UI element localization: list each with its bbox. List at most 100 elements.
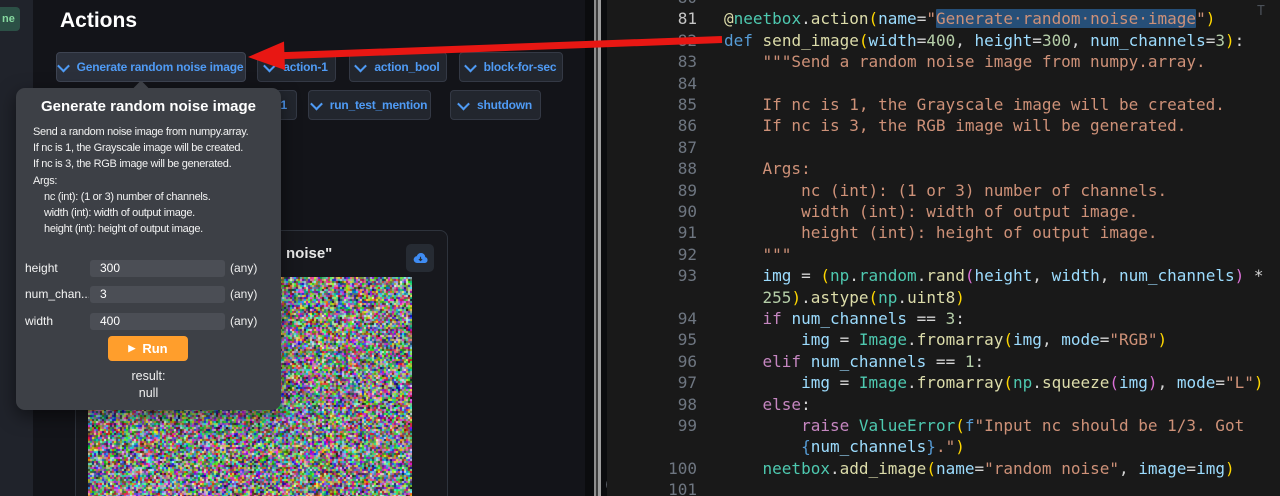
code-line: 93 img = (np.random.rand(height, width, …	[607, 265, 1280, 286]
code-line: 91 height (int): height of output image.	[607, 222, 1280, 243]
chevron-down-icon	[263, 59, 276, 72]
code-line: 83 """Send a random noise image from num…	[607, 51, 1280, 72]
field-label: width	[25, 314, 89, 328]
code-line: 92 """	[607, 244, 1280, 265]
line-number: 87	[607, 137, 697, 158]
code-text: img = (np.random.rand(height, width, num…	[724, 265, 1264, 286]
description-line: nc (int): (1 or 3) number of channels.	[16, 189, 281, 205]
description-line: Send a random noise image from numpy.arr…	[16, 124, 281, 140]
result-label: result:	[16, 369, 281, 383]
code-text: @neetbox.action(name="Generate·random·no…	[724, 8, 1215, 29]
field-row-width: width (any)	[16, 312, 281, 330]
field-label: num_chan...	[25, 287, 89, 301]
download-image-button[interactable]	[406, 244, 434, 272]
actions-panel-title: Actions	[60, 9, 137, 33]
code-line: 80	[607, 0, 1280, 8]
code-text: else:	[724, 394, 811, 415]
chevron-down-icon	[457, 97, 470, 110]
action-button-label: action_bool	[374, 60, 439, 74]
code-text: width (int): width of output image.	[724, 201, 1138, 222]
code-text: elif num_channels == 1:	[724, 351, 984, 372]
code-line: 98 else:	[607, 394, 1280, 415]
overview-ruler-mark: T	[1257, 4, 1265, 19]
line-number: 97	[607, 372, 697, 393]
project-badge[interactable]: ne	[0, 7, 20, 31]
width-field[interactable]	[90, 313, 225, 330]
action-button-label: shutdown	[477, 98, 532, 112]
num-channels-field[interactable]	[90, 286, 225, 303]
line-number: 91	[607, 222, 697, 243]
line-number: 101	[607, 479, 697, 496]
code-line: 99 raise ValueError(f"Input nc should be…	[607, 415, 1280, 436]
code-line: 84	[607, 73, 1280, 94]
code-text: def send_image(width=400, height=300, nu…	[724, 30, 1244, 51]
line-number: 82	[607, 30, 697, 51]
description-line: width (int): width of output image.	[16, 205, 281, 221]
image-card-title: noise"	[286, 245, 332, 262]
action-tooltip: Generate random noise image Send a rando…	[16, 88, 281, 410]
code-editor[interactable]: 8081 @neetbox.action(name="Generate·rando…	[607, 0, 1280, 496]
action-button-block-for-sec[interactable]: block-for-sec	[459, 52, 563, 82]
code-line: 100 neetbox.add_image(name="random noise…	[607, 458, 1280, 479]
run-button[interactable]: ▶ Run	[108, 336, 188, 361]
line-number: 80	[607, 0, 697, 8]
description-line: Args:	[16, 173, 281, 189]
code-text: nc (int): (1 or 3) number of channels.	[724, 180, 1167, 201]
code-line: 255).astype(np.uint8)	[607, 287, 1280, 308]
code-line: 81 @neetbox.action(name="Generate·random·…	[607, 8, 1280, 29]
action-button-run-test-mention[interactable]: run_test_mention	[308, 90, 431, 120]
code-text: raise ValueError(f"Input nc should be 1/…	[724, 415, 1244, 436]
code-line: 94 if num_channels == 3:	[607, 308, 1280, 329]
code-text: """	[724, 244, 791, 265]
field-type-hint: (any)	[230, 314, 257, 328]
line-number: 98	[607, 394, 697, 415]
chevron-down-icon	[57, 59, 70, 72]
action-button-label: block-for-sec	[484, 60, 557, 74]
line-number: 100	[607, 458, 697, 479]
play-icon: ▶	[128, 343, 135, 354]
code-line: 97 img = Image.fromarray(np.squeeze(img)…	[607, 372, 1280, 393]
line-number: 88	[607, 158, 697, 179]
code-line: 82 def send_image(width=400, height=300, …	[607, 30, 1280, 51]
line-number: 96	[607, 351, 697, 372]
result-value: null	[16, 386, 281, 400]
action-button-shutdown[interactable]: shutdown	[450, 90, 541, 120]
code-text: {num_channels}.")	[724, 436, 965, 457]
action-button-label: action-1	[283, 60, 327, 74]
code-line: 86 If nc is 3, the RGB image will be gen…	[607, 115, 1280, 136]
run-button-label: Run	[142, 341, 167, 356]
code-text: 255).astype(np.uint8)	[724, 287, 965, 308]
action-button-label: 1	[281, 98, 287, 112]
code-line: 101	[607, 479, 1280, 496]
line-number: 81	[607, 8, 697, 29]
line-number: 95	[607, 329, 697, 350]
code-text: height (int): height of output image.	[724, 222, 1157, 243]
chevron-down-icon	[310, 97, 323, 110]
height-field[interactable]	[90, 260, 225, 277]
chevron-down-icon	[355, 59, 368, 72]
tooltip-title: Generate random noise image	[16, 98, 281, 115]
line-number: 94	[607, 308, 697, 329]
action-button-action-1[interactable]: action-1	[257, 52, 336, 82]
code-text: img = Image.fromarray(np.squeeze(img), m…	[724, 372, 1264, 393]
action-button-generate-random-noise-image[interactable]: Generate random noise image	[56, 52, 246, 82]
code-area: 8081 @neetbox.action(name="Generate·rando…	[607, 0, 1280, 496]
panel-divider[interactable]	[594, 0, 601, 496]
line-number: 86	[607, 115, 697, 136]
code-line: 88 Args:	[607, 158, 1280, 179]
tooltip-description: Send a random noise image from numpy.arr…	[16, 124, 281, 237]
code-text: img = Image.fromarray(img, mode="RGB")	[724, 329, 1167, 350]
code-line: 89 nc (int): (1 or 3) number of channels…	[607, 180, 1280, 201]
app-window: ne Actions Generate random noise image a…	[0, 0, 1280, 496]
code-line: 95 img = Image.fromarray(img, mode="RGB"…	[607, 329, 1280, 350]
action-button-action-bool[interactable]: action_bool	[349, 52, 447, 82]
code-text: """Send a random noise image from numpy.…	[724, 51, 1206, 72]
line-number: 85	[607, 94, 697, 115]
chevron-down-icon	[464, 59, 477, 72]
line-number: 93	[607, 265, 697, 286]
line-number: 83	[607, 51, 697, 72]
cloud-download-icon	[413, 252, 428, 264]
code-text: If nc is 1, the Grayscale image will be …	[724, 94, 1225, 115]
code-text: If nc is 3, the RGB image will be genera…	[724, 115, 1186, 136]
field-row-num-channels: num_chan... (any)	[16, 285, 281, 303]
